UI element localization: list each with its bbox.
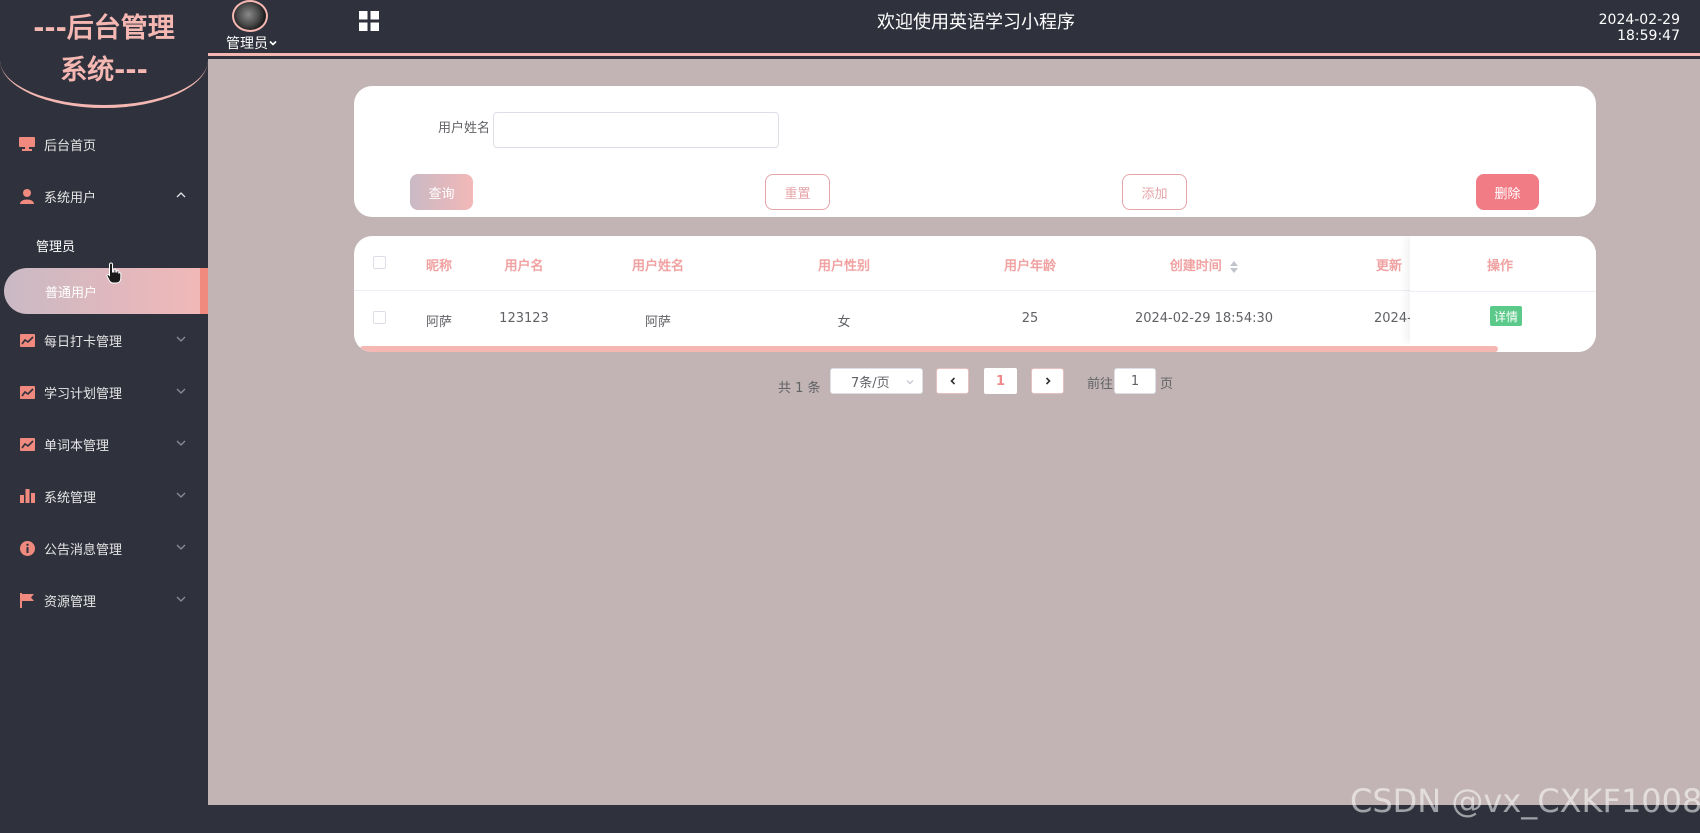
page-size-value: 7条/页 — [851, 375, 890, 391]
chevron-down-icon — [176, 388, 186, 394]
column-header-username: 用户名 — [504, 259, 544, 274]
main-content: 用户姓名 查询 重置 添加 删除 昵称 用户名 用户姓名 用户性别 用户年龄 创… — [208, 59, 1700, 805]
next-page-button[interactable] — [1031, 368, 1064, 394]
cell-username: 123123 — [499, 311, 549, 326]
sidebar: ---后台管理 系统--- 后台首页 系统用户 管理员 普通用户 每日打卡管理 — [0, 0, 208, 805]
actions-column: 操作 详情 — [1410, 236, 1596, 344]
column-header-created[interactable]: 创建时间 — [1124, 255, 1284, 274]
column-header-age: 用户年龄 — [1003, 259, 1056, 274]
column-header-realname: 用户姓名 — [631, 259, 684, 274]
username-search-input[interactable] — [493, 112, 779, 148]
sidebar-item-resources[interactable]: 资源管理 — [0, 574, 208, 626]
brand-header: ---后台管理 系统--- — [0, 0, 208, 108]
prev-page-button[interactable] — [936, 368, 969, 394]
sidebar-item-label: 学习计划管理 — [44, 386, 123, 402]
brand-title: ---后台管理 系统--- — [33, 13, 175, 86]
sidebar-item-daily-checkin[interactable]: 每日打卡管理 — [0, 314, 208, 366]
cell-nickname: 阿萨 — [425, 315, 452, 330]
page-number-current[interactable]: 1 — [984, 368, 1017, 394]
chart-line-icon — [18, 435, 36, 453]
grid-menu-icon[interactable] — [359, 11, 379, 31]
top-bar — [208, 0, 1700, 56]
cell-realname: 阿萨 — [644, 315, 671, 330]
username-label: 用户姓名 — [437, 121, 490, 136]
sidebar-item-label: 资源管理 — [44, 594, 97, 610]
page-size-select[interactable]: 7条/页 — [830, 368, 923, 394]
goto-suffix: 页 — [1160, 377, 1174, 392]
cell-gender: 女 — [837, 315, 851, 330]
user-icon — [18, 187, 36, 205]
cell-created: 2024-02-29 18:54:30 — [1134, 311, 1274, 326]
sidebar-item-label: 系统用户 — [44, 190, 97, 206]
user-menu-label: 管理员 — [226, 36, 268, 52]
column-header-gender: 用户性别 — [817, 259, 870, 274]
detail-button[interactable]: 详情 — [1490, 306, 1522, 326]
sidebar-item-label: 单词本管理 — [44, 438, 110, 454]
sort-icon[interactable] — [1230, 260, 1239, 273]
chart-line-icon — [18, 383, 36, 401]
bar-chart-icon — [18, 487, 36, 505]
chart-line-icon — [18, 331, 36, 349]
sidebar-item-home[interactable]: 后台首页 — [0, 118, 208, 170]
users-table: 昵称 用户名 用户姓名 用户性别 用户年龄 创建时间 更新 阿萨 123123 … — [354, 236, 1596, 352]
row-checkbox[interactable] — [373, 311, 386, 324]
sidebar-item-label: 公告消息管理 — [44, 542, 123, 558]
sidebar-item-label: 系统管理 — [44, 490, 97, 506]
sidebar-item-wordbook[interactable]: 单词本管理 — [0, 418, 208, 470]
query-button[interactable]: 查询 — [410, 174, 473, 210]
chevron-up-icon — [176, 192, 186, 198]
pagination-total: 共 1 条 — [778, 380, 821, 396]
chevron-down-icon — [176, 492, 186, 498]
sidebar-item-system-users[interactable]: 系统用户 — [0, 170, 208, 222]
chevron-down-icon — [176, 544, 186, 550]
sidebar-subitem-label: 普通用户 — [45, 285, 98, 301]
cell-age: 25 — [1021, 311, 1039, 326]
sidebar-subitem-admin[interactable]: 管理员 — [0, 222, 208, 268]
cell-updated: 2024-02 — [1374, 311, 1414, 326]
chevron-right-icon — [1045, 377, 1051, 385]
goto-page-input[interactable]: 1 — [1114, 368, 1156, 394]
search-panel: 用户姓名 查询 重置 添加 删除 — [354, 86, 1596, 217]
sidebar-item-system-management[interactable]: 系统管理 — [0, 470, 208, 522]
hand-cursor-icon — [106, 262, 122, 284]
caret-down-icon — [269, 40, 277, 46]
avatar[interactable] — [232, 0, 268, 32]
horizontal-scrollbar-thumb[interactable] — [360, 346, 1498, 352]
info-icon — [18, 539, 36, 557]
flag-icon — [18, 591, 36, 609]
chevron-down-icon — [906, 380, 914, 385]
add-button[interactable]: 添加 — [1122, 174, 1187, 210]
chevron-down-icon — [176, 440, 186, 446]
current-datetime: 2024-02-29 18:59:47 — [1598, 12, 1680, 44]
chevron-down-icon — [176, 596, 186, 602]
sidebar-menu: 后台首页 系统用户 管理员 普通用户 每日打卡管理 学习计划管理 单词本管理 系… — [0, 118, 208, 626]
chevron-left-icon — [949, 377, 955, 385]
monitor-icon — [18, 135, 36, 153]
sidebar-item-label: 每日打卡管理 — [44, 334, 123, 350]
column-header-label: 创建时间 — [1169, 259, 1222, 274]
sidebar-item-label: 后台首页 — [44, 138, 97, 154]
goto-label: 前往 — [1087, 377, 1114, 392]
sidebar-subitem-label: 管理员 — [36, 239, 76, 255]
sidebar-item-announcements[interactable]: 公告消息管理 — [0, 522, 208, 574]
reset-button[interactable]: 重置 — [765, 174, 830, 210]
delete-button[interactable]: 删除 — [1476, 174, 1539, 210]
user-menu[interactable]: 管理员 — [226, 33, 278, 53]
column-header-actions: 操作 — [1486, 259, 1513, 274]
header-divider — [1410, 291, 1596, 292]
chevron-down-icon — [176, 336, 186, 342]
sidebar-item-study-plan[interactable]: 学习计划管理 — [0, 366, 208, 418]
column-header-nickname: 昵称 — [425, 259, 452, 274]
select-all-checkbox[interactable] — [373, 256, 386, 269]
watermark-text: CSDN @vx_CXKF10088 — [1350, 782, 1700, 820]
